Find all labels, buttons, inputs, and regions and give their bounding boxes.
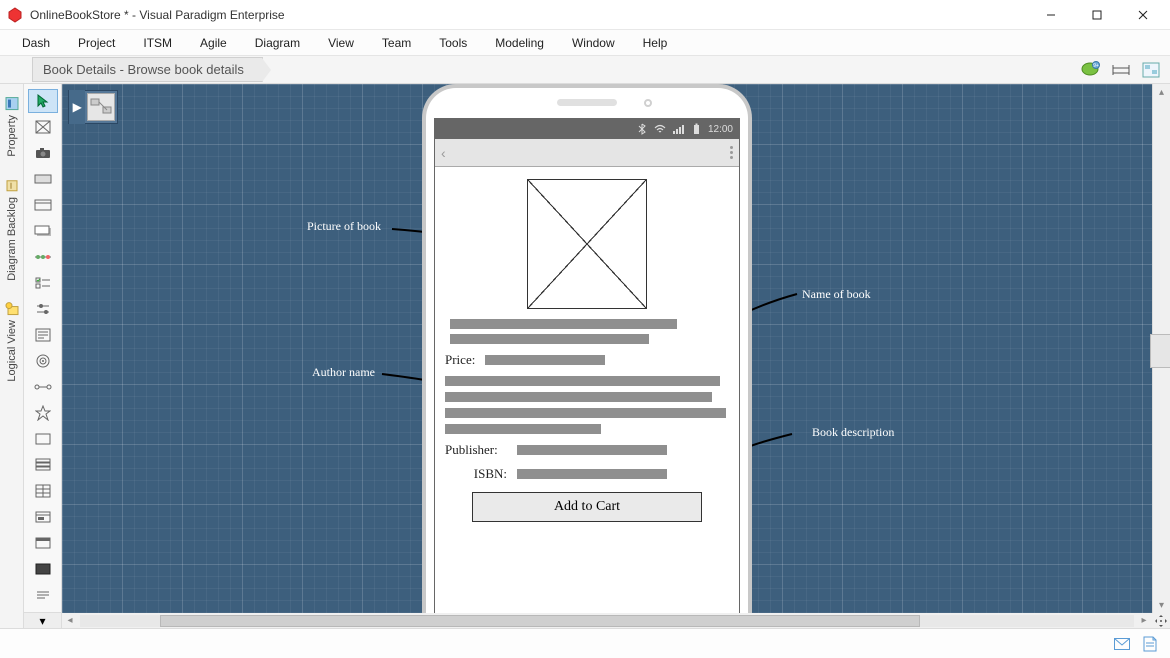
tab-logical-view[interactable]: Logical View (2, 293, 22, 391)
tab-diagram-backlog[interactable]: Diagram Backlog (2, 170, 22, 290)
price-placeholder (485, 355, 605, 365)
breadcrumb-item[interactable]: Book Details - Browse book details (32, 57, 263, 82)
annotation-name-label: Name of book (802, 287, 871, 302)
stack-rows-tool-icon[interactable] (28, 453, 58, 477)
phone-appbar: ‹ (435, 139, 739, 167)
tool-palette: ▾ (24, 84, 62, 628)
image-frame-tool-icon[interactable] (28, 557, 58, 581)
menu-tools[interactable]: Tools (425, 32, 481, 54)
switch-diagram-icon[interactable] (1138, 58, 1164, 82)
annotation-author-label: Author name (312, 365, 375, 380)
menu-diagram[interactable]: Diagram (241, 32, 314, 54)
menu-bar: Dash Project ITSM Agile Diagram View Tea… (0, 30, 1170, 56)
scroll-down-icon[interactable]: ▾ (1153, 597, 1170, 613)
menu-project[interactable]: Project (64, 32, 129, 54)
menu-window[interactable]: Window (558, 32, 629, 54)
minimize-button[interactable] (1028, 0, 1074, 30)
stack-cols-tool-icon[interactable] (28, 479, 58, 503)
phone-mockup[interactable]: 12:00 ‹ Price: (422, 84, 752, 613)
battery-icon (690, 123, 702, 135)
more-tools-icon[interactable] (28, 583, 58, 607)
scrollbar-thumb[interactable] (160, 615, 920, 627)
svg-text:9+: 9+ (1093, 63, 1099, 69)
phone-statusbar: 12:00 (435, 119, 739, 139)
signal-icon (672, 123, 684, 135)
note-icon[interactable] (1142, 636, 1158, 652)
panel-tool-icon[interactable] (28, 193, 58, 217)
book-name-placeholder (450, 319, 677, 329)
form-tool-icon[interactable] (28, 323, 58, 347)
timeline-tool-icon[interactable] (28, 245, 58, 269)
scroll-left-icon[interactable]: ◂ (62, 615, 78, 626)
checklist-tool-icon[interactable] (28, 271, 58, 295)
measure-icon[interactable] (1108, 58, 1134, 82)
app-icon (6, 6, 24, 24)
grid-rect-tool-icon[interactable] (28, 505, 58, 529)
wifi-icon (654, 123, 666, 135)
target-tool-icon[interactable] (28, 349, 58, 373)
menu-modeling[interactable]: Modeling (481, 32, 558, 54)
add-to-cart-button[interactable]: Add to Cart (472, 492, 702, 522)
left-tab-strip: Property Diagram Backlog Logical View (0, 84, 24, 628)
window-tool-icon[interactable] (28, 531, 58, 555)
tab-property[interactable]: Property (2, 88, 22, 166)
maximize-button[interactable] (1074, 0, 1120, 30)
connector-tool-icon[interactable] (28, 375, 58, 399)
back-chevron-icon[interactable]: ‹ (441, 145, 446, 161)
phone-screen: 12:00 ‹ Price: (434, 118, 740, 613)
menu-team[interactable]: Team (368, 32, 425, 54)
panel-shadow-tool-icon[interactable] (28, 219, 58, 243)
vertical-scrollbar[interactable]: ▴ ▾ (1152, 84, 1170, 613)
book-picture-placeholder (527, 179, 647, 309)
status-bar (0, 628, 1170, 658)
frame-tool-icon[interactable] (28, 167, 58, 191)
cursor-tool-icon[interactable] (28, 89, 58, 113)
panel-expand-grip[interactable] (1150, 334, 1170, 368)
play-icon[interactable]: ▶ (69, 90, 85, 124)
isbn-placeholder (517, 469, 667, 479)
pan-icon[interactable] (1152, 613, 1170, 628)
annotation-picture-label: Picture of book (307, 219, 381, 234)
sliders-tool-icon[interactable] (28, 297, 58, 321)
speech-bubble-icon[interactable]: 9+ (1078, 58, 1104, 82)
menu-view[interactable]: View (314, 32, 368, 54)
camera-icon[interactable] (28, 141, 58, 165)
menu-help[interactable]: Help (629, 32, 682, 54)
phone-time: 12:00 (708, 124, 733, 135)
diagram-canvas[interactable]: ▶ Picture of book Name of book Author na… (62, 84, 1152, 613)
title-bar: OnlineBookStore * - Visual Paradigm Ente… (0, 0, 1170, 30)
description-block (445, 376, 729, 434)
menu-dash[interactable]: Dash (8, 32, 64, 54)
annotation-description-label: Book description (812, 425, 894, 440)
menu-agile[interactable]: Agile (186, 32, 241, 54)
menu-itsm[interactable]: ITSM (129, 32, 186, 54)
image-placeholder-icon[interactable] (28, 115, 58, 139)
close-button[interactable] (1120, 0, 1166, 30)
phone-speaker-icon (557, 99, 617, 106)
price-label: Price: (445, 352, 475, 368)
star-tool-icon[interactable] (28, 401, 58, 425)
publisher-label: Publisher: (445, 442, 507, 458)
mail-icon[interactable] (1114, 636, 1130, 652)
horizontal-scrollbar[interactable]: ◂ ▸ (62, 613, 1152, 628)
rect-tool-icon[interactable] (28, 427, 58, 451)
diagram-navigator-chip[interactable]: ▶ (68, 90, 118, 124)
scroll-up-icon[interactable]: ▴ (1153, 84, 1170, 100)
isbn-label: ISBN: (445, 466, 507, 482)
bluetooth-icon (636, 123, 648, 135)
kebab-menu-icon[interactable] (730, 146, 733, 159)
publisher-placeholder (517, 445, 667, 455)
scroll-right-icon[interactable]: ▸ (1136, 615, 1152, 626)
window-title: OnlineBookStore * - Visual Paradigm Ente… (30, 8, 1028, 22)
breadcrumb-bar: Book Details - Browse book details 9+ (0, 56, 1170, 84)
author-placeholder (450, 334, 649, 344)
diagram-thumbnail-icon (87, 93, 115, 121)
phone-camera-icon (644, 99, 652, 107)
palette-scroll-down-icon[interactable]: ▾ (24, 612, 62, 628)
